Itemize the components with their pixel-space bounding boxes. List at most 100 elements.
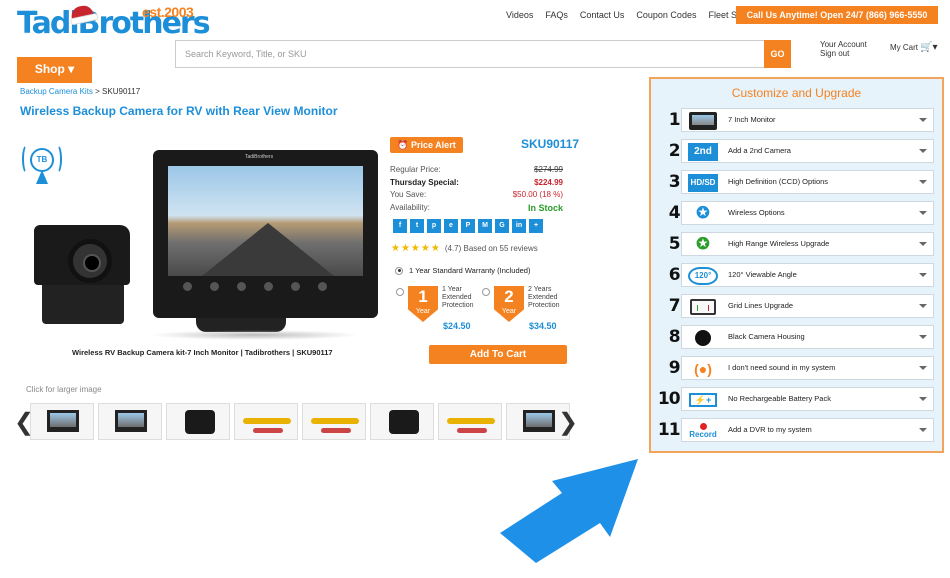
special-price-label: Thursday Special: <box>390 177 459 187</box>
option-select[interactable]: HD/SD High Definition (CCD) Options <box>681 170 934 194</box>
option-select[interactable]: ✪ Wireless Options <box>681 201 934 225</box>
my-cart-label: My Cart <box>890 43 918 52</box>
thumbnail[interactable] <box>30 403 94 440</box>
logo-est: est.2003 <box>142 4 194 20</box>
share-more-icon[interactable]: + <box>529 219 543 233</box>
extended-2yr-text: 2 Years Extended Protection <box>528 286 560 322</box>
road-graphic <box>202 223 334 276</box>
option-select[interactable]: Grid Lines Upgrade <box>681 294 934 318</box>
sound-icon: (●) <box>688 359 718 378</box>
option-select[interactable]: 7 Inch Monitor <box>681 108 934 132</box>
extended-2yr-price: $34.50 <box>529 321 557 331</box>
customize-title: Customize and Upgrade <box>731 86 862 100</box>
option-label: Add a DVR to my system <box>728 425 812 434</box>
facebook-icon[interactable]: f <box>393 219 407 233</box>
carousel-next-icon[interactable]: ❯ <box>558 411 578 435</box>
gmail-icon[interactable]: M <box>478 219 492 233</box>
thumbnail[interactable] <box>370 403 434 440</box>
pinterest-alt-icon[interactable]: P <box>461 219 475 233</box>
availability-label: Availability: <box>390 202 430 212</box>
thumbnail[interactable] <box>98 403 162 440</box>
icon-part <box>689 111 717 130</box>
linkedin-icon[interactable]: in <box>512 219 526 233</box>
monitor-image[interactable]: TadiBrothers <box>153 150 378 318</box>
extended-1yr-radio[interactable] <box>396 288 404 296</box>
thumbnail[interactable] <box>302 403 366 440</box>
option-select[interactable]: 2nd Add a 2nd Camera <box>681 139 934 163</box>
product-title: Wireless Backup Camera for RV with Rear … <box>20 104 338 118</box>
upgrade-option-2: 2. 2nd Add a 2nd Camera <box>651 137 942 165</box>
wifi-icon: ✪ <box>688 204 718 223</box>
upgrade-option-3: 3. HD/SD High Definition (CCD) Options <box>651 168 942 196</box>
site-logo[interactable]: TadiBrothers est.2003 <box>17 3 211 42</box>
extended-warranty-2yr[interactable]: 2 Year 2 Years Extended Protection <box>482 286 560 322</box>
twitter-icon[interactable]: t <box>410 219 424 233</box>
my-cart-link[interactable]: My Cart 🛒▾ <box>890 42 937 53</box>
breadcrumb-current: SKU90117 <box>102 87 141 96</box>
shop-menu-button[interactable]: Shop ▾ <box>17 57 92 83</box>
tb-wireless-badge-icon: TB <box>22 142 62 186</box>
upgrade-option-5: 5. ✪ High Range Wireless Upgrade <box>651 230 942 258</box>
icon-part: ⚡+ <box>689 392 717 407</box>
thumbnail[interactable] <box>438 403 502 440</box>
extended-2yr-radio[interactable] <box>482 288 490 296</box>
wave-right-icon <box>52 144 62 174</box>
google-plus-icon[interactable]: G <box>495 219 509 233</box>
availability-value: In Stock <box>527 202 563 213</box>
upgrade-option-11: 11. Record Add a DVR to my system <box>651 416 942 444</box>
monitor-brand: TadiBrothers <box>245 154 274 160</box>
email-icon[interactable]: e <box>444 219 458 233</box>
breadcrumb-separator: > <box>92 87 103 96</box>
nav-faqs[interactable]: FAQs <box>545 10 568 20</box>
your-account-link[interactable]: Your Account <box>820 40 867 49</box>
call-us-button[interactable]: Call Us Anytime! Open 24/7 (866) 966-555… <box>736 6 938 24</box>
rating[interactable]: ★★★★★ (4.7) Based on 55 reviews <box>391 243 538 254</box>
option-select[interactable]: 120° 120° Viewable Angle <box>681 263 934 287</box>
thumbnail[interactable] <box>234 403 298 440</box>
option-select[interactable]: (●) I don't need sound in my system <box>681 356 934 380</box>
upgrade-option-6: 6. 120° 120° Viewable Angle <box>651 261 942 289</box>
upgrade-option-8: 8. Black Camera Housing <box>651 323 942 351</box>
add-to-cart-button[interactable]: Add To Cart <box>429 345 567 364</box>
option-select[interactable]: Record Add a DVR to my system <box>681 418 934 442</box>
battery-icon: ⚡+ <box>688 390 718 409</box>
antenna-cone-icon <box>36 170 48 184</box>
option-select[interactable]: Black Camera Housing <box>681 325 934 349</box>
shield-2-year-icon: 2 Year <box>494 286 524 322</box>
icon-part <box>695 329 711 346</box>
nav-contact-us[interactable]: Contact Us <box>580 10 625 20</box>
price-table: Regular Price: $274.99 Thursday Special: $… <box>390 164 563 214</box>
icon-part: HD/SD <box>688 173 718 192</box>
cart-icon: 🛒▾ <box>920 42 938 53</box>
search-go-button[interactable]: GO <box>764 40 791 68</box>
product-image-caption: Wireless RV Backup Camera kit-7 Inch Mon… <box>72 348 333 357</box>
nav-videos[interactable]: Videos <box>506 10 533 20</box>
pointer-arrow-icon <box>500 459 638 563</box>
extended-warranty-1yr[interactable]: 1 Year 1 Year Extended Protection <box>396 286 474 322</box>
option-label: Black Camera Housing <box>728 332 805 341</box>
option-label: No Rechargeable Battery Pack <box>728 394 831 403</box>
wifi-green-icon: ✪ <box>688 235 718 254</box>
monitor-button <box>237 282 246 291</box>
account-links: Your Account Sign out <box>820 40 867 58</box>
warranty-standard-option[interactable]: 1 Year Standard Warranty (Included) <box>395 266 530 275</box>
monitor-button <box>318 282 327 291</box>
sign-out-link[interactable]: Sign out <box>820 49 867 58</box>
nav-coupon-codes[interactable]: Coupon Codes <box>636 10 696 20</box>
thumbnail[interactable] <box>166 403 230 440</box>
breadcrumb-backup-camera-kits[interactable]: Backup Camera Kits <box>20 87 93 96</box>
chevron-down-icon <box>919 397 927 401</box>
warranty-standard-radio[interactable] <box>395 266 403 275</box>
option-select[interactable]: ⚡+ No Rechargeable Battery Pack <box>681 387 934 411</box>
icon-part: ✪ <box>696 204 710 222</box>
option-select[interactable]: ✪ High Range Wireless Upgrade <box>681 232 934 256</box>
price-alert-button[interactable]: ⏰ Price Alert <box>390 137 463 153</box>
search-input[interactable]: Search Keyword, Title, or SKU <box>175 40 765 68</box>
option-label: 7 Inch Monitor <box>728 115 776 124</box>
ext-line: Protection <box>442 302 474 309</box>
backup-camera-image[interactable] <box>34 217 132 327</box>
special-price-value: $224.99 <box>534 177 563 187</box>
angle-120-icon: 120° <box>688 266 718 285</box>
pinterest-icon[interactable]: p <box>427 219 441 233</box>
option-label: 120° Viewable Angle <box>728 270 797 279</box>
